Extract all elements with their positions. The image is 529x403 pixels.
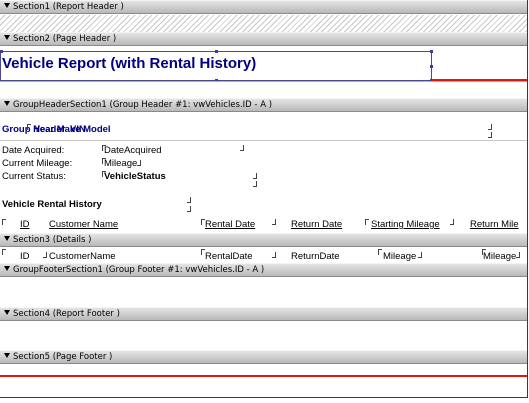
field-marker	[2, 249, 6, 255]
field-marker	[488, 124, 492, 130]
field-marker	[272, 219, 276, 225]
field-marker	[365, 219, 369, 225]
collapse-triangle-icon[interactable]	[4, 353, 10, 358]
report-footer-band[interactable]: Section4 (Report Footer )	[0, 307, 527, 321]
column-header-return-mileage[interactable]: Return Mile	[470, 219, 519, 230]
field-marker	[102, 171, 106, 177]
date-acquired-field[interactable]: DateAcquired	[104, 145, 162, 156]
page-footer-label: Section5 (Page Footer )	[13, 352, 113, 362]
collapse-triangle-icon[interactable]	[4, 101, 10, 106]
page-footer-red-line	[0, 375, 527, 377]
divider	[0, 140, 527, 141]
report-design-surface[interactable]: Section1 (Report Header ) Section2 (Page…	[0, 0, 528, 398]
detail-starting-mileage-field[interactable]: Mileage	[383, 251, 416, 262]
field-marker	[27, 124, 31, 130]
field-marker	[240, 145, 244, 151]
resize-handle[interactable]	[430, 50, 433, 53]
page-header-band[interactable]: Section2 (Page Header )	[0, 32, 527, 46]
mileage-field[interactable]: Mileage	[104, 158, 137, 169]
column-header-id[interactable]: ID	[20, 219, 30, 230]
details-band[interactable]: Section3 (Details )	[0, 233, 527, 247]
field-marker	[418, 252, 422, 258]
field-marker	[272, 252, 276, 258]
field-marker	[137, 160, 141, 166]
field-marker	[482, 249, 486, 255]
report-header-band[interactable]: Section1 (Report Header )	[0, 0, 527, 14]
divider	[0, 81, 527, 82]
resize-handle[interactable]	[0, 50, 3, 53]
page-header-label: Section2 (Page Header )	[13, 34, 117, 44]
field-marker	[187, 197, 191, 203]
collapse-triangle-icon[interactable]	[4, 35, 10, 40]
field-marker	[253, 181, 257, 187]
report-header-label: Section1 (Report Header )	[13, 2, 124, 12]
detail-id-field[interactable]: ID	[20, 251, 30, 262]
details-label: Section3 (Details )	[13, 235, 92, 245]
field-marker	[488, 132, 492, 138]
field-marker	[201, 249, 205, 255]
field-marker	[378, 249, 382, 255]
field-marker	[187, 206, 191, 212]
field-marker	[102, 158, 106, 164]
vin-field[interactable]: VIN	[70, 124, 86, 135]
column-header-starting-mileage[interactable]: Starting Mileage	[371, 219, 440, 230]
collapse-triangle-icon[interactable]	[4, 3, 10, 8]
field-marker	[201, 219, 205, 225]
date-acquired-label: Date Acquired:	[2, 145, 65, 156]
detail-rental-date-field[interactable]: RentalDate	[205, 251, 253, 262]
page-footer-band[interactable]: Section5 (Page Footer )	[0, 350, 527, 364]
report-footer-label: Section4 (Report Footer )	[13, 309, 120, 319]
group-footer-band[interactable]: GroupFooterSection1 (Group Footer #1: vw…	[0, 263, 527, 277]
column-header-rental-date[interactable]: Rental Date	[205, 219, 255, 230]
field-marker	[102, 145, 106, 151]
field-marker	[450, 219, 454, 225]
detail-return-date-field[interactable]: ReturnDate	[291, 251, 340, 262]
field-marker	[43, 252, 47, 258]
column-header-customer-name[interactable]: Customer Name	[49, 219, 118, 230]
resize-handle[interactable]	[430, 65, 433, 68]
detail-customer-name-field[interactable]: CustomerName	[49, 251, 116, 262]
current-mileage-label: Current Mileage:	[2, 158, 73, 169]
collapse-triangle-icon[interactable]	[4, 266, 10, 271]
column-header-return-date[interactable]: Return Date	[291, 219, 342, 230]
rental-history-title[interactable]: Vehicle Rental History	[2, 199, 102, 210]
field-marker	[2, 219, 6, 225]
field-marker	[516, 252, 520, 258]
group-header-label: GroupHeaderSection1 (Group Header #1: vw…	[13, 100, 273, 110]
report-title[interactable]: Vehicle Report (with Rental History)	[2, 55, 256, 72]
current-status-label: Current Status:	[2, 171, 66, 182]
collapse-triangle-icon[interactable]	[4, 310, 10, 315]
field-marker	[253, 173, 257, 179]
vehicle-status-field[interactable]: VehicleStatus	[104, 171, 166, 182]
report-header-hatched-area	[0, 15, 527, 32]
resize-handle[interactable]	[215, 50, 218, 53]
group-header-band[interactable]: GroupHeaderSection1 (Group Header #1: vw…	[0, 98, 527, 112]
collapse-triangle-icon[interactable]	[4, 236, 10, 241]
group-footer-label: GroupFooterSection1 (Group Footer #1: vw…	[13, 265, 265, 275]
detail-return-mileage-field[interactable]: Mileage	[483, 251, 516, 262]
